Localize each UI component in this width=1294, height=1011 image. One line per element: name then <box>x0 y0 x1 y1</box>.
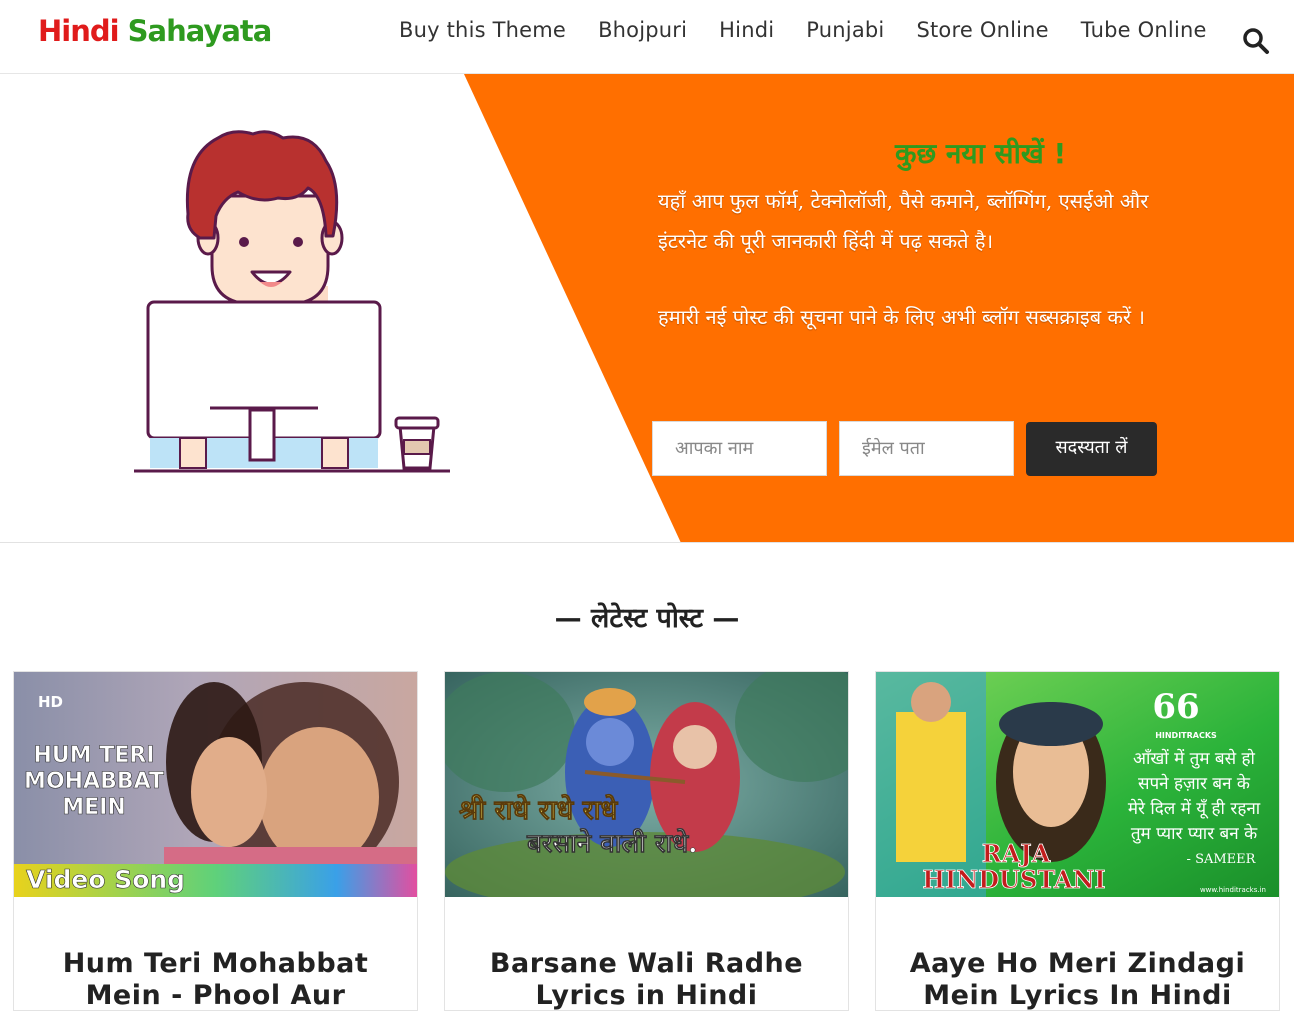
site-logo[interactable]: Hindi Sahayata <box>38 14 273 48</box>
post-card[interactable]: श्री राधे राधे राधे बरसाने वाली राधे. Ba… <box>444 671 849 1011</box>
name-input[interactable]: आपका नाम <box>652 421 827 476</box>
nav-punjabi[interactable]: Punjabi <box>790 18 900 48</box>
thumb-hd-label: HD <box>38 693 63 711</box>
thumb-text-line2: बरसाने वाली राधे. <box>526 828 697 859</box>
post-thumbnail[interactable]: HD HUM TERI MOHABBAT MEIN Video Song <box>14 672 417 897</box>
thumb-lyric-line4: तुम प्यार प्यार बन के <box>1131 823 1258 844</box>
quote-icon: 66 <box>1152 687 1199 727</box>
thumb-author: - SAMEER <box>1187 852 1257 867</box>
hero-title-part2: सीखें ! <box>994 137 1067 170</box>
thumb-lyric-line1: आँखों में तुम बसे हो <box>1133 748 1256 769</box>
thumb-lyric-line3: मेरे दिल में यूँ ही रहना <box>1128 798 1261 819</box>
latest-posts-heading: — लेटेस्ट पोस्ट — <box>554 603 740 634</box>
logo-part-sahayata: Sahayata <box>127 14 273 48</box>
nav-bhojpuri[interactable]: Bhojpuri <box>582 18 703 48</box>
thumb-lyric-line2: सपने हज़ार बन के <box>1138 773 1251 794</box>
post-thumbnail[interactable]: श्री राधे राधे राधे बरसाने वाली राधे. <box>445 672 848 897</box>
thumb-text-line1: HUM TERI <box>34 743 155 768</box>
thumb-site-url: www.hinditracks.in <box>1200 886 1266 894</box>
thumb-movie-title-2: HINDUSTANI <box>922 865 1105 894</box>
search-button[interactable] <box>1241 26 1271 56</box>
thumb-text-line1: श्री राधे राधे राधे <box>459 794 619 826</box>
hero-subscribe-note: हमारी नई पोस्ट की सूचना पाने के लिए अभी … <box>658 305 1145 329</box>
person-at-computer-illustration <box>134 130 450 473</box>
thumb-text-line2: MOHABBAT <box>24 769 164 794</box>
thumb-brand-label: HINDITRACKS <box>1155 731 1217 740</box>
post-card[interactable]: 66 HINDITRACKS आँखों में तुम बसे हो सपने… <box>875 671 1280 1011</box>
nav-tube-online[interactable]: Tube Online <box>1065 18 1223 48</box>
site-header: Hindi Sahayata Buy this Theme Bhojpuri H… <box>0 0 1294 74</box>
post-thumbnail[interactable]: 66 HINDITRACKS आँखों में तुम बसे हो सपने… <box>876 672 1279 897</box>
hero-section: कुछ नया सीखें ! यहाँ आप फुल फॉर्म, टेक्न… <box>0 74 1294 543</box>
subscribe-button[interactable]: सदस्यता लें <box>1026 422 1157 476</box>
thumb-video-song-tag: Video Song <box>26 865 185 894</box>
hero-description: यहाँ आप फुल फॉर्म, टेक्नोलॉजी, पैसे कमान… <box>658 189 1149 253</box>
thumb-movie-title-1: RAJA <box>982 839 1051 868</box>
thumb-text-line3: MEIN <box>62 795 126 820</box>
post-card[interactable]: HD HUM TERI MOHABBAT MEIN Video Song Hum… <box>13 671 418 1011</box>
nav-buy-theme[interactable]: Buy this Theme <box>383 18 582 48</box>
nav-store-online[interactable]: Store Online <box>900 18 1064 48</box>
hero-title: कुछ नया सीखें ! <box>895 134 1066 172</box>
logo-part-hindi: Hindi <box>38 14 120 48</box>
nav-hindi[interactable]: Hindi <box>703 18 790 48</box>
hero-title-part1: कुछ नया <box>895 137 985 170</box>
search-icon <box>1243 28 1269 54</box>
email-input[interactable]: ईमेल पता <box>839 421 1014 476</box>
main-nav: Buy this Theme Bhojpuri Hindi Punjabi St… <box>383 18 1223 48</box>
